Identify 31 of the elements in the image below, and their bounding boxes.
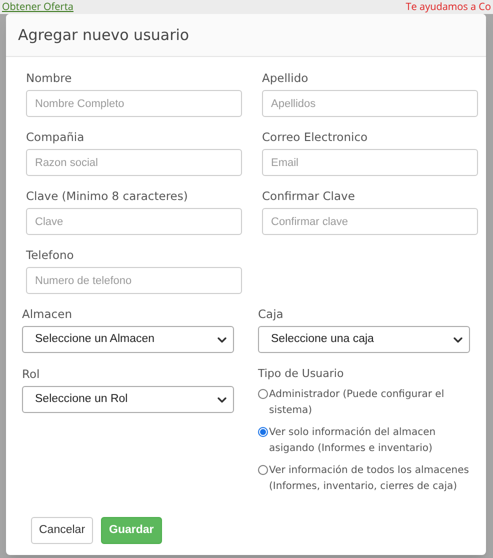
group-label: Tipo de Usuario <box>258 367 345 381</box>
text-field[interactable]: Apellidos <box>262 90 478 117</box>
field-label: Compañia <box>26 130 86 144</box>
field-label: Correo Electronico <box>262 130 369 144</box>
select-dropdown[interactable]: Seleccione un Almacen <box>22 326 234 353</box>
text-field[interactable]: Numero de telefono <box>26 267 242 294</box>
field-label: Telefono <box>26 248 75 262</box>
cancel-button[interactable]: Cancelar <box>31 517 94 544</box>
text-field[interactable]: Email <box>262 149 478 176</box>
field-label: Nombre <box>26 71 73 85</box>
radio-button[interactable] <box>258 389 268 399</box>
radio-label: Ver información de todos los almacenes (Informes, inventario, cierres de caja) <box>269 464 470 494</box>
text-field[interactable]: Clave <box>26 208 242 235</box>
field-label: Confirmar Clave <box>262 189 356 203</box>
help-text: Te ayudamos a Co <box>406 0 491 12</box>
text-field[interactable]: Confirmar clave <box>262 208 478 235</box>
modal-title: Agregar nuevo usuario <box>18 24 190 46</box>
radio-label: Ver solo información del almacen asigando (Informes e inventario) <box>269 426 437 456</box>
radio-button[interactable] <box>258 465 268 475</box>
field-label: Clave (Minimo 8 caracteres) <box>26 189 189 203</box>
radio-button[interactable] <box>258 427 268 437</box>
field-label: Caja <box>258 307 284 321</box>
field-label: Apellido <box>262 71 310 85</box>
select-dropdown[interactable]: Seleccione un Rol <box>22 386 234 413</box>
field-label: Almacen <box>22 307 73 321</box>
text-field[interactable]: Nombre Completo <box>26 90 242 117</box>
offer-link[interactable]: Obtener Oferta <box>2 0 74 12</box>
select-dropdown[interactable]: Seleccione una caja <box>258 326 470 353</box>
radio-label: Administrador (Puede configurar el sistema) <box>269 388 446 418</box>
field-label: Rol <box>22 367 41 381</box>
text-field[interactable]: Razon social <box>26 149 242 176</box>
